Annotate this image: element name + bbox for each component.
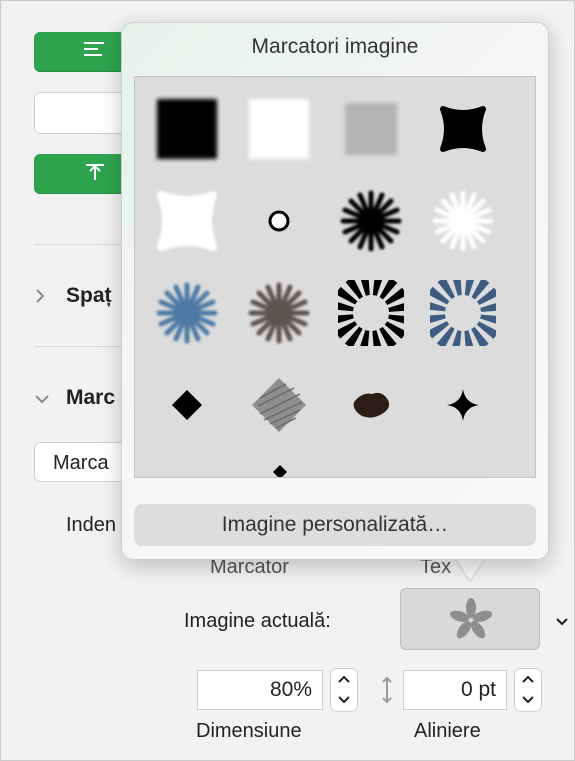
chevron-down-icon[interactable]	[331, 690, 357, 710]
bullet-image-option[interactable]	[233, 267, 325, 359]
bullet-image-option[interactable]	[325, 83, 417, 175]
bullet-image-option[interactable]	[141, 175, 233, 267]
black-starburst-bullet-icon	[340, 190, 402, 252]
bullet-image-option[interactable]	[141, 267, 233, 359]
bullet-image-option[interactable]	[417, 175, 509, 267]
current-image-button[interactable]	[400, 588, 568, 650]
section-bullets-label[interactable]: Marc	[66, 386, 115, 410]
bullet-image-option[interactable]	[325, 267, 417, 359]
bullet-images-grid[interactable]	[134, 76, 536, 478]
black-sunburst-bullet-icon	[338, 280, 404, 346]
brown-blob-bullet-icon	[353, 392, 390, 418]
bullet-image-option[interactable]	[325, 175, 417, 267]
blue-sunburst-bullet-icon	[430, 280, 496, 346]
bullet-image-option[interactable]	[141, 83, 233, 175]
chevron-up-icon[interactable]	[331, 669, 357, 689]
bullet-image-option[interactable]	[233, 83, 325, 175]
indent-label: Inden	[66, 514, 117, 536]
white-flower-square-bullet-icon	[157, 191, 217, 251]
section-spacing-label[interactable]: Spaț	[66, 284, 112, 308]
align-field[interactable]: 0 pt	[403, 670, 507, 710]
bullet-image-option[interactable]	[417, 267, 509, 359]
brown-starburst-bullet-icon	[248, 282, 310, 344]
sketch-diamond-bullet-icon	[252, 378, 306, 432]
white-square-blur-bullet-icon	[249, 99, 309, 159]
current-image-label: Imagine actuală:	[184, 610, 331, 632]
custom-image-button[interactable]: Imagine personalizată…	[134, 504, 536, 546]
bullet-image-option[interactable]	[417, 83, 509, 175]
align-stepper[interactable]	[514, 668, 542, 712]
chevron-right-icon[interactable]	[34, 288, 46, 309]
bullet-images-popover: Marcatori imagine Imagine personalizată…	[121, 22, 549, 560]
bullet-image-option[interactable]	[233, 359, 325, 451]
align-label: Aliniere	[414, 720, 481, 742]
black-diamond-bullet-icon	[172, 390, 202, 420]
gray-square-blur-bullet-icon	[345, 103, 397, 155]
chevron-down-icon[interactable]	[515, 690, 541, 710]
popover-title: Marcatori imagine	[251, 35, 419, 58]
chevron-down-icon[interactable]	[34, 392, 50, 410]
vertical-arrows-icon	[380, 676, 394, 710]
chevron-up-icon[interactable]	[515, 669, 541, 689]
align-top-icon	[84, 162, 106, 186]
bullet-image-option-partial[interactable]	[273, 465, 287, 477]
black-square-blur-bullet-icon	[157, 99, 217, 159]
white-starburst-bullet-icon	[432, 190, 494, 252]
blue-starburst-bullet-icon	[156, 282, 218, 344]
size-stepper[interactable]	[330, 668, 358, 712]
gray-asterisk-icon	[449, 598, 493, 639]
black-flower-square-bullet-icon	[440, 106, 486, 152]
bullet-image-option[interactable]	[233, 175, 325, 267]
align-left-icon	[84, 40, 106, 64]
size-label: Dimensiune	[196, 720, 302, 742]
size-field[interactable]: 80%	[197, 670, 323, 710]
black-sparkle-bullet-icon	[447, 389, 479, 421]
bullet-image-option[interactable]	[325, 359, 417, 451]
small-ring-bullet-icon	[268, 210, 290, 232]
black-diamond-bullet-icon	[273, 465, 287, 477]
bullet-image-option[interactable]	[141, 359, 233, 451]
bullet-image-option[interactable]	[417, 359, 509, 451]
